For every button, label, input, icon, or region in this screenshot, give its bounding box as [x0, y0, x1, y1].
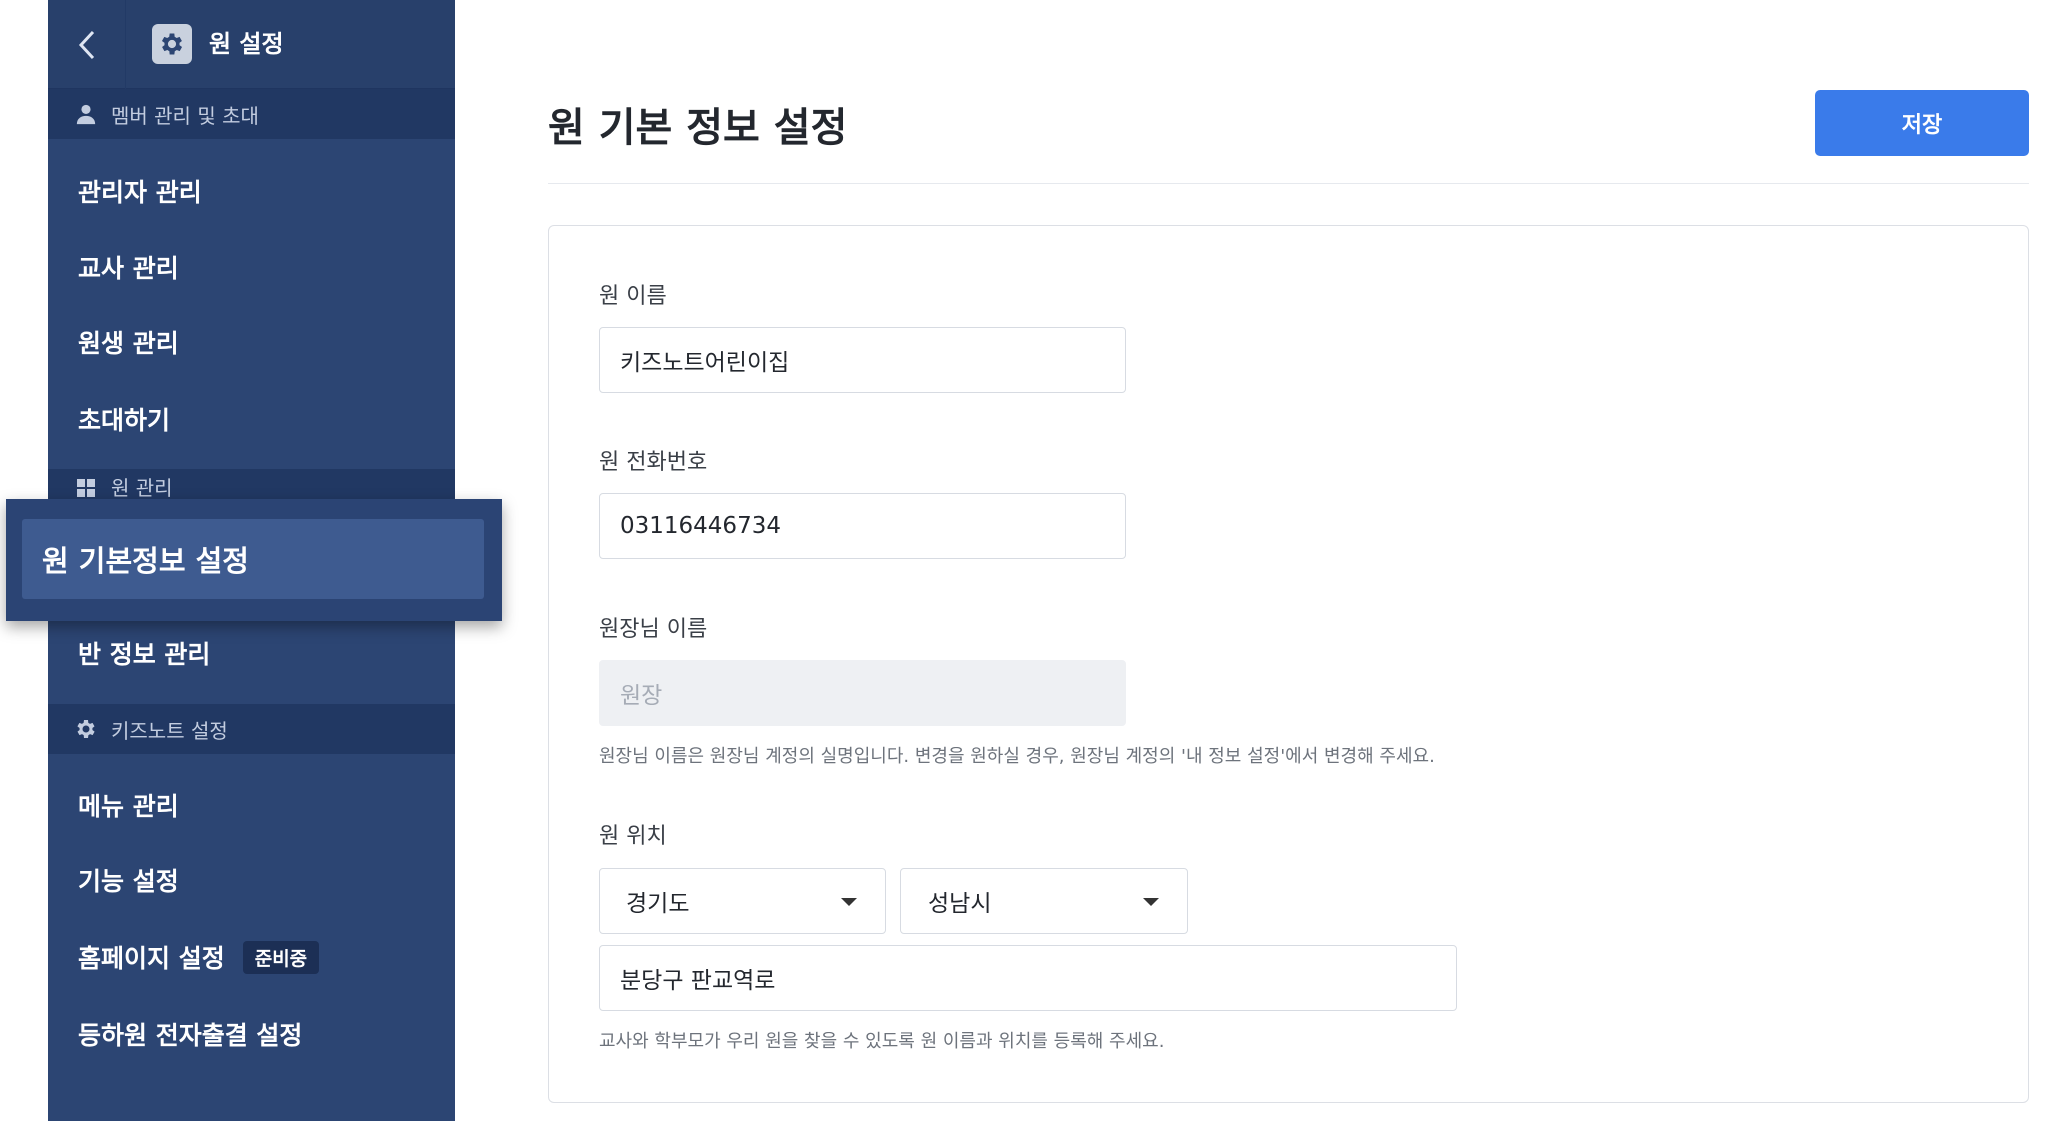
- sidebar-item-menu-management[interactable]: 메뉴 관리: [48, 768, 455, 842]
- province-value: 경기도: [626, 891, 690, 917]
- location-help-text: 교사와 학부모가 우리 원을 찾을 수 있도록 원 이름과 위치를 등록해 주세…: [599, 1031, 1165, 1052]
- name-input[interactable]: 키즈노트어린이집: [599, 327, 1126, 393]
- sidebar-item-label: 등하원 전자출결 설정: [78, 1021, 303, 1050]
- active-item-card: 원 기본정보 설정: [6, 499, 502, 621]
- status-badge: 준비중: [242, 940, 320, 974]
- sidebar-item-label: 홈페이지 설정: [78, 944, 225, 973]
- sidebar-item-label: 관리자 관리: [78, 178, 202, 207]
- sidebar-item-admin-management[interactable]: 관리자 관리: [48, 154, 455, 228]
- grid-icon: [73, 475, 99, 501]
- address-input[interactable]: 분당구 판교역로: [599, 945, 1457, 1011]
- divider: [548, 183, 2029, 184]
- gear-icon: [73, 716, 99, 742]
- sidebar-item-label: 원생 관리: [78, 329, 179, 358]
- caret-down-icon: [841, 898, 857, 906]
- section-member-management: 멤버 관리 및 초대: [48, 89, 455, 139]
- save-button[interactable]: 저장: [1815, 90, 2029, 156]
- sidebar-item-label: 메뉴 관리: [78, 792, 179, 821]
- person-icon: [73, 101, 99, 127]
- sidebar-item-student-management[interactable]: 원생 관리: [48, 305, 455, 379]
- settings-page: 원 설정 멤버 관리 및 초대 관리자 관리 교사 관리 원생 관리 초대하기 …: [0, 0, 2048, 1121]
- section-label: 키즈노트 설정: [111, 718, 228, 743]
- director-help-text: 원장님 이름은 원장님 계정의 실명입니다. 변경을 원하실 경우, 원장님 계…: [599, 746, 1435, 767]
- name-label: 원 이름: [599, 284, 667, 309]
- sidebar-item-label: 기능 설정: [78, 867, 179, 896]
- caret-down-icon: [1143, 898, 1159, 906]
- phone-input[interactable]: 03116446734: [599, 493, 1126, 559]
- sidebar-title: 원 설정: [209, 30, 284, 58]
- sidebar-item-homepage-settings[interactable]: 홈페이지 설정 준비중: [48, 920, 455, 994]
- sidebar-item-teacher-management[interactable]: 교사 관리: [48, 230, 455, 304]
- sidebar-item-attendance-settings[interactable]: 등하원 전자출결 설정: [48, 997, 455, 1071]
- director-label: 원장님 이름: [599, 617, 708, 642]
- sidebar-item-feature-settings[interactable]: 기능 설정: [48, 843, 455, 917]
- location-label: 원 위치: [599, 824, 667, 849]
- city-select[interactable]: 성남시: [900, 868, 1188, 934]
- director-input: 원장: [599, 660, 1126, 726]
- page-title: 원 기본 정보 설정: [548, 105, 848, 151]
- sidebar-item-label: 반 정보 관리: [78, 640, 211, 669]
- sidebar-item-invite[interactable]: 초대하기: [48, 382, 455, 456]
- city-value: 성남시: [928, 891, 992, 917]
- section-kidsnote-settings: 키즈노트 설정: [48, 704, 455, 754]
- province-select[interactable]: 경기도: [599, 868, 886, 934]
- phone-label: 원 전화번호: [599, 450, 708, 475]
- sidebar-header: 원 설정: [48, 0, 455, 89]
- section-center-management: 원 관리: [48, 469, 455, 501]
- chevron-left-icon[interactable]: [48, 0, 126, 89]
- section-label: 멤버 관리 및 초대: [111, 103, 259, 128]
- sidebar-item-basic-info[interactable]: 원 기본정보 설정: [22, 519, 484, 599]
- sidebar-item-label: 교사 관리: [78, 254, 179, 283]
- gear-icon: [152, 24, 192, 64]
- section-label: 원 관리: [111, 476, 173, 500]
- sidebar-item-label: 초대하기: [78, 406, 171, 435]
- sidebar-item-class-info[interactable]: 반 정보 관리: [48, 616, 455, 690]
- sidebar-item-label: 원 기본정보 설정: [42, 544, 249, 578]
